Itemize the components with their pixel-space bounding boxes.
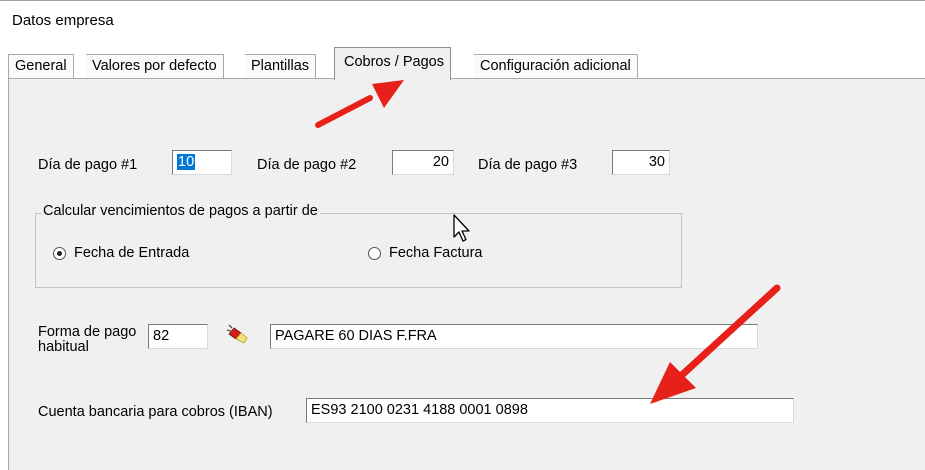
- day1-value: 10: [177, 154, 196, 170]
- window-top-border: [0, 0, 925, 1]
- payment-method-label-line2: habitual: [38, 339, 89, 355]
- radio-checked-icon: [53, 246, 66, 260]
- tab-cobros-pagos[interactable]: Cobros / Pagos: [334, 47, 451, 80]
- tab-general[interactable]: General: [8, 54, 74, 78]
- mouse-cursor-icon: [453, 214, 470, 242]
- due-date-legend: Calcular vencimientos de pagos a partir …: [41, 203, 320, 219]
- due-date-groupbox: Calcular vencimientos de pagos a partir …: [35, 203, 682, 288]
- radio-fecha-factura[interactable]: Fecha Factura: [368, 245, 483, 261]
- tab-configuracion-adicional[interactable]: Configuración adicional: [474, 54, 638, 78]
- payment-method-code-input[interactable]: 82: [148, 324, 208, 349]
- day1-input[interactable]: 10: [172, 150, 232, 175]
- radio-fecha-entrada-label: Fecha de Entrada: [74, 245, 190, 261]
- radio-fecha-factura-label: Fecha Factura: [389, 245, 483, 261]
- payment-method-label: Forma de pago habitual: [38, 325, 136, 355]
- day2-label: Día de pago #2: [257, 157, 357, 173]
- flashlight-icon[interactable]: [226, 322, 250, 346]
- bank-account-label: Cuenta bancaria para cobros (IBAN): [38, 404, 273, 420]
- day3-label: Día de pago #3: [478, 157, 578, 173]
- payment-method-description-input[interactable]: PAGARE 60 DIAS F.FRA: [270, 324, 758, 349]
- day3-input[interactable]: 30: [612, 150, 670, 175]
- radio-fecha-entrada[interactable]: Fecha de Entrada: [53, 245, 189, 261]
- day2-input[interactable]: 20: [392, 150, 454, 175]
- radio-unchecked-icon: [368, 246, 381, 260]
- day1-label: Día de pago #1: [38, 157, 138, 173]
- payment-method-label-line1: Forma de pago: [38, 324, 137, 340]
- tab-plantillas[interactable]: Plantillas: [245, 54, 317, 78]
- tab-strip: General Valores por defecto Plantillas C…: [8, 46, 925, 80]
- window-title: Datos empresa: [12, 12, 114, 29]
- iban-input[interactable]: ES93 2100 0231 4188 0001 0898: [306, 398, 794, 423]
- tab-valores-por-defecto[interactable]: Valores por defecto: [86, 54, 224, 78]
